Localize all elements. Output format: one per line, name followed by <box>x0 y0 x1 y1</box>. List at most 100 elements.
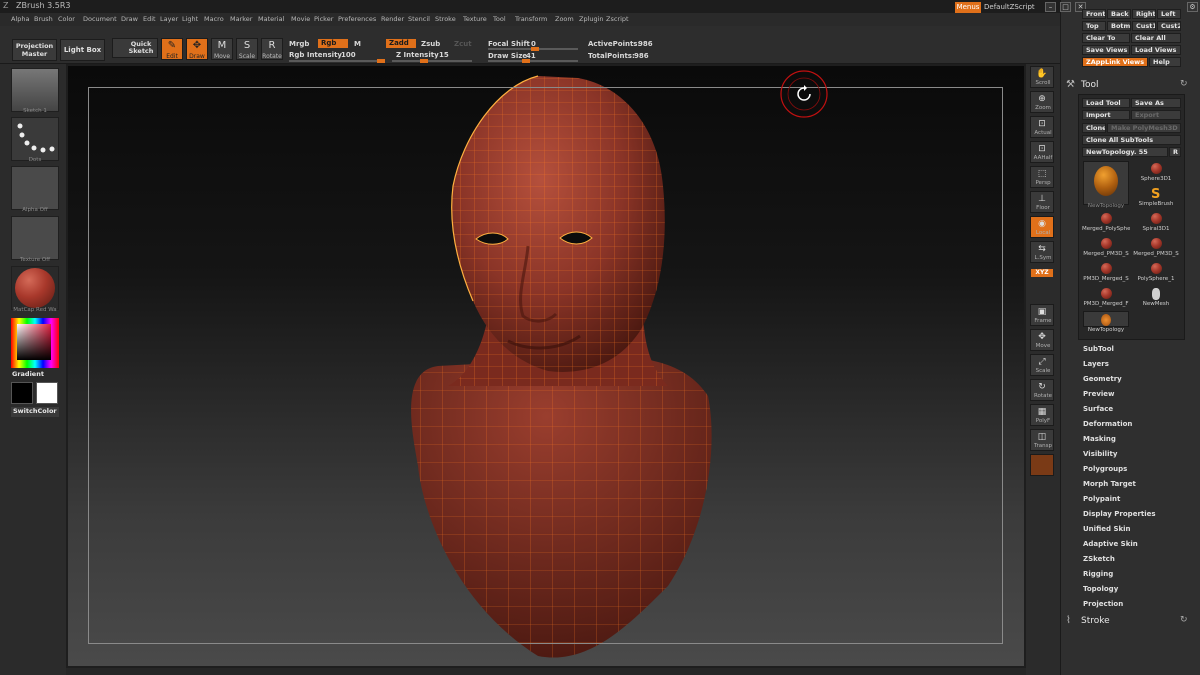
menu-document[interactable]: Document <box>83 15 117 23</box>
save-views-button[interactable]: Save Views <box>1082 45 1130 55</box>
section-preview[interactable]: Preview <box>1083 390 1115 398</box>
head-bust-model[interactable] <box>68 66 1024 666</box>
draw-size-slider[interactable] <box>488 60 578 62</box>
load-views-button[interactable]: Load Views <box>1131 45 1181 55</box>
maximize-button[interactable]: □ <box>1060 2 1071 12</box>
view-botm-button[interactable]: Botm <box>1107 21 1131 31</box>
section-adaptive-skin[interactable]: Adaptive Skin <box>1083 540 1138 548</box>
menu-texture[interactable]: Texture <box>463 15 487 23</box>
minimize-button[interactable]: – <box>1045 2 1056 12</box>
zapplink-views-button[interactable]: ZAppLink Views <box>1082 57 1148 67</box>
view-cust1-button[interactable]: Cust1 <box>1132 21 1156 31</box>
clone-all-subtools-button[interactable]: Clone All SubTools <box>1082 135 1181 145</box>
m-toggle[interactable]: M <box>354 40 361 48</box>
tool-item-label[interactable]: Spiral3D1 <box>1132 226 1180 232</box>
zsub-toggle[interactable]: Zsub <box>421 40 440 48</box>
rgb-toggle[interactable]: Rgb <box>318 39 348 48</box>
section-rigging[interactable]: Rigging <box>1083 570 1113 578</box>
gradient-label[interactable]: Gradient <box>12 370 44 378</box>
new-topology-slider[interactable]: NewTopology. 55 <box>1082 147 1168 157</box>
menu-stencil[interactable]: Stencil <box>408 15 430 23</box>
view-front-button[interactable]: Front <box>1082 9 1106 19</box>
menu-transform[interactable]: Transform <box>515 15 547 23</box>
tool-item-label[interactable]: PolySphere_1 <box>1132 276 1180 282</box>
brush-thumbnail[interactable] <box>11 68 59 112</box>
view-left-button[interactable]: Left <box>1157 9 1181 19</box>
rgb-intensity-knob[interactable] <box>377 59 385 63</box>
ghost-swatch[interactable] <box>1030 454 1054 476</box>
menu-zscript[interactable]: Zscript <box>606 15 629 23</box>
tool-item-label[interactable]: Sphere3D1 <box>1132 176 1180 182</box>
z-intensity-knob[interactable] <box>420 59 428 63</box>
new-topology-thumbnail-2[interactable] <box>1083 311 1129 327</box>
view-cust2-button[interactable]: Cust2 <box>1157 21 1181 31</box>
stroke-palette-refresh-icon[interactable]: ↻ <box>1180 615 1188 625</box>
export-button[interactable]: Export <box>1131 110 1181 120</box>
script-name[interactable]: DefaultZScript <box>984 3 1035 11</box>
tool-item-label[interactable]: NewTopology <box>1082 203 1130 209</box>
stroke-thumbnail[interactable] <box>11 117 59 161</box>
section-morph-target[interactable]: Morph Target <box>1083 480 1136 488</box>
menu-light[interactable]: Light <box>182 15 198 23</box>
clone-button[interactable]: Clone <box>1082 123 1106 133</box>
menu-marker[interactable]: Marker <box>230 15 252 23</box>
r-button[interactable]: R <box>1169 147 1181 157</box>
section-layers[interactable]: Layers <box>1083 360 1109 368</box>
tool-item-label[interactable]: PM3D_Merged_F <box>1082 301 1130 307</box>
clear-to-button[interactable]: Clear To <box>1082 33 1130 43</box>
section-unified-skin[interactable]: Unified Skin <box>1083 525 1131 533</box>
menu-stroke[interactable]: Stroke <box>435 15 456 23</box>
view-back-button[interactable]: Back <box>1107 9 1131 19</box>
menu-macro[interactable]: Macro <box>204 15 224 23</box>
menu-picker[interactable]: Picker <box>314 15 333 23</box>
menu-draw[interactable]: Draw <box>121 15 138 23</box>
menu-brush[interactable]: Brush <box>34 15 53 23</box>
make-polymesh-button[interactable]: Make PolyMesh3D <box>1107 123 1181 133</box>
load-tool-button[interactable]: Load Tool <box>1082 98 1130 108</box>
help-button[interactable]: Help <box>1149 57 1181 67</box>
mrgb-toggle[interactable]: Mrgb <box>289 40 309 48</box>
tool-palette-title[interactable]: Tool <box>1081 80 1098 90</box>
menu-layer[interactable]: Layer <box>160 15 178 23</box>
tool-item-label[interactable]: SimpleBrush <box>1132 201 1180 207</box>
section-display-properties[interactable]: Display Properties <box>1083 510 1156 518</box>
section-zsketch[interactable]: ZSketch <box>1083 555 1115 563</box>
focal-shift-knob[interactable] <box>531 47 539 51</box>
menu-movie[interactable]: Movie <box>291 15 310 23</box>
clear-all-button[interactable]: Clear All <box>1131 33 1181 43</box>
section-topology[interactable]: Topology <box>1083 585 1118 593</box>
settings-button[interactable]: ⚙ <box>1187 2 1198 12</box>
section-geometry[interactable]: Geometry <box>1083 375 1122 383</box>
zcut-toggle[interactable]: Zcut <box>454 40 472 48</box>
z-intensity-slider[interactable] <box>392 60 472 62</box>
material-thumbnail[interactable] <box>11 266 59 310</box>
tool-item-label[interactable]: NewTopology <box>1082 327 1130 333</box>
menu-color[interactable]: Color <box>58 15 75 23</box>
menu-edit[interactable]: Edit <box>143 15 156 23</box>
view-top-button[interactable]: Top <box>1082 21 1106 31</box>
tool-item-label[interactable]: Merged_PM3D_S <box>1132 251 1180 257</box>
menu-preferences[interactable]: Preferences <box>338 15 376 23</box>
menu-alpha[interactable]: Alpha <box>11 15 29 23</box>
new-topology-thumbnail[interactable] <box>1083 161 1129 205</box>
tool-palette-refresh-icon[interactable]: ↻ <box>1180 79 1188 89</box>
document-canvas[interactable] <box>68 66 1024 666</box>
menu-zplugin[interactable]: Zplugin <box>579 15 604 23</box>
section-polypaint[interactable]: Polypaint <box>1083 495 1120 503</box>
tool-item-label[interactable]: Merged_PolySphe <box>1082 226 1130 232</box>
secondary-color-swatch[interactable] <box>36 382 58 404</box>
tool-item-label[interactable]: NewMesh <box>1132 301 1180 307</box>
section-deformation[interactable]: Deformation <box>1083 420 1132 428</box>
xyz-toggle[interactable]: XYZ <box>1031 269 1053 277</box>
alpha-thumbnail[interactable] <box>11 166 59 210</box>
zadd-toggle[interactable]: Zadd <box>386 39 416 48</box>
section-polygroups[interactable]: Polygroups <box>1083 465 1127 473</box>
section-projection[interactable]: Projection <box>1083 600 1123 608</box>
tool-item-label[interactable]: PM3D_Merged_S <box>1082 276 1130 282</box>
menu-zoom[interactable]: Zoom <box>555 15 574 23</box>
projection-master-button[interactable]: Projection Master <box>12 39 57 61</box>
light-box-button[interactable]: Light Box <box>60 39 105 61</box>
section-subtool[interactable]: SubTool <box>1083 345 1114 353</box>
view-right-button[interactable]: Right <box>1132 9 1156 19</box>
save-as-button[interactable]: Save As <box>1131 98 1181 108</box>
